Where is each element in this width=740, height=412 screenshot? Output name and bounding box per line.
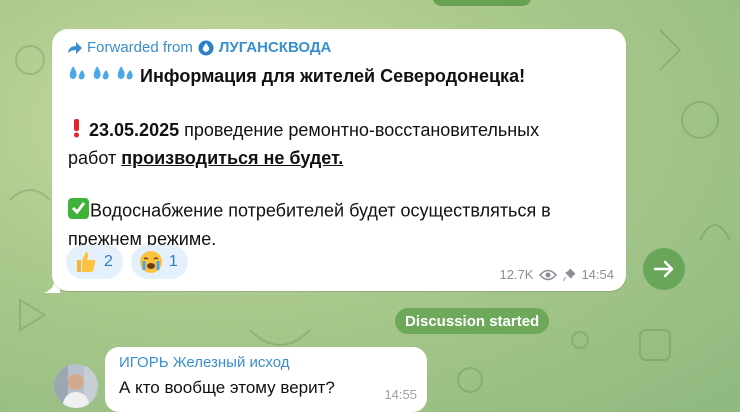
post-text: Информация для жителей Северодонецка! 23… bbox=[68, 63, 614, 252]
reaction-thumbs-up[interactable]: 2 bbox=[66, 245, 123, 279]
sweat-droplets-icon bbox=[68, 64, 140, 91]
pin-icon bbox=[563, 268, 576, 281]
comment-text: А кто вообще этому верит? bbox=[119, 378, 335, 397]
thumbs-up-icon bbox=[77, 252, 96, 272]
post-text-3: Водоснабжение потребителей будет осущест… bbox=[90, 199, 551, 220]
eye-icon bbox=[539, 269, 558, 280]
arrow-right-icon bbox=[653, 260, 674, 278]
crying-face-icon bbox=[139, 251, 162, 273]
water-drop-icon bbox=[198, 40, 214, 55]
reactions: 2 1 bbox=[66, 245, 188, 279]
comment-author[interactable]: ИГОРЬ Железный исход bbox=[119, 354, 290, 371]
post-title: Информация для жителей Северодонецка! bbox=[140, 66, 526, 86]
post-date: 23.05.2025 bbox=[89, 119, 180, 140]
forwarded-prefix: Forwarded from bbox=[87, 39, 193, 56]
exclamation-icon bbox=[68, 118, 84, 145]
post-text-2: работ bbox=[68, 147, 122, 168]
channel-name: ЛУГАНСКВОДА bbox=[218, 39, 332, 56]
post-meta: 12.7K 14:54 bbox=[499, 267, 614, 282]
channel-post-bubble: Forwarded from ЛУГАНСКВОДА Информация дл… bbox=[52, 29, 626, 291]
reaction-crying[interactable]: 1 bbox=[130, 245, 188, 279]
forward-arrow-icon bbox=[68, 41, 82, 54]
view-count: 12.7K bbox=[499, 267, 534, 282]
post-underlined: производиться не будет. bbox=[121, 147, 344, 168]
avatar[interactable] bbox=[54, 364, 98, 408]
comment-bubble: ИГОРЬ Железный исход А кто вообще этому … bbox=[105, 347, 427, 412]
forwarded-header[interactable]: Forwarded from ЛУГАНСКВОДА bbox=[68, 39, 331, 56]
reaction-count: 2 bbox=[104, 253, 113, 270]
post-text-1: проведение ремонтно-восстановительных bbox=[179, 119, 540, 140]
date-pill bbox=[432, 0, 532, 6]
post-time: 14:54 bbox=[581, 267, 614, 282]
check-mark-icon bbox=[68, 197, 90, 226]
share-button[interactable] bbox=[643, 248, 685, 290]
reaction-count: 1 bbox=[168, 253, 178, 270]
comment-time: 14:55 bbox=[384, 387, 417, 402]
discussion-started-badge: Discussion started bbox=[395, 308, 550, 334]
